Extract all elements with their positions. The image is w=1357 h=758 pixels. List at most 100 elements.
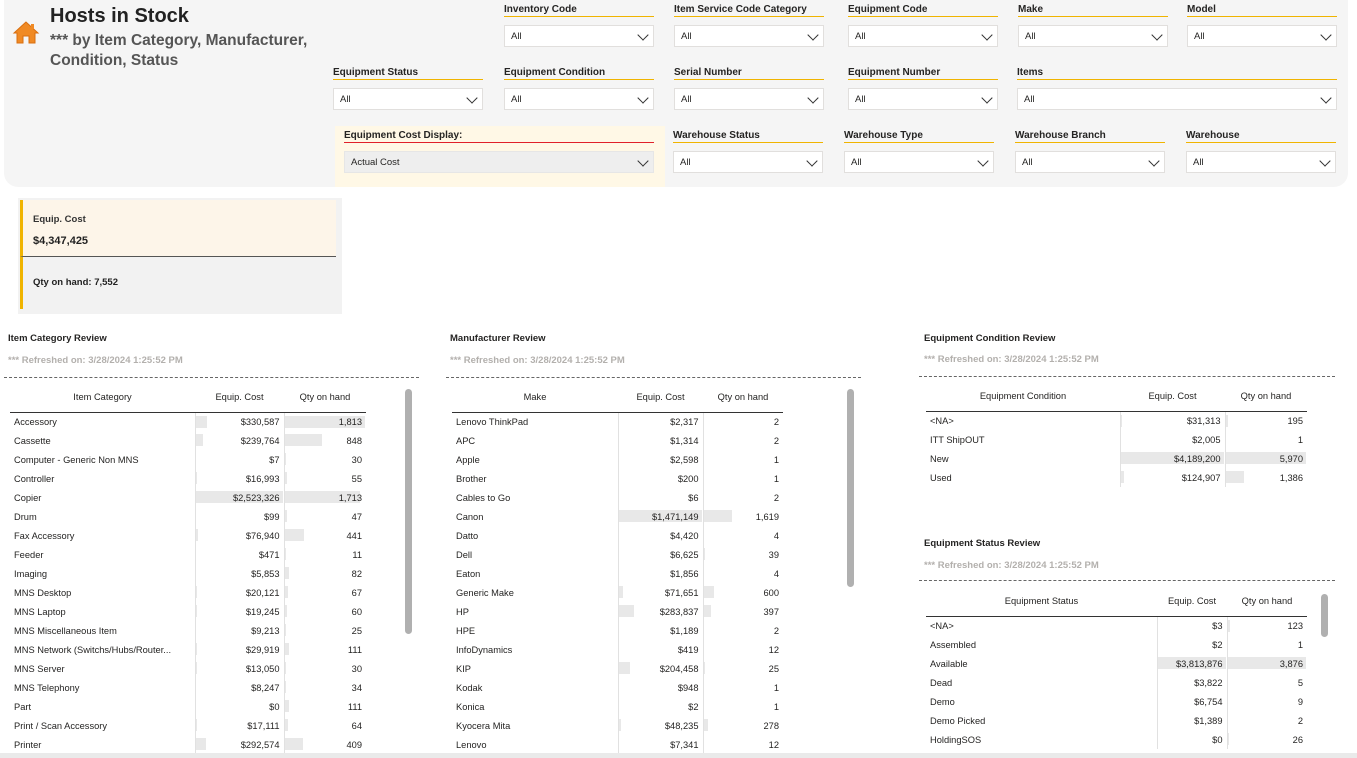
table-row[interactable]: Canon $1,471,149 1,619 (452, 507, 783, 526)
status-table[interactable]: Equipment Status Equip. Cost Qty on hand <N… (926, 586, 1307, 749)
table-row[interactable]: Demo $6,754 9 (926, 692, 1307, 711)
home-icon[interactable] (12, 20, 40, 44)
equipment-status-dropdown[interactable]: All (333, 88, 483, 110)
table-row[interactable]: Imaging $5,853 82 (10, 564, 366, 583)
cost-bar (196, 662, 197, 674)
table-row[interactable]: Apple $2,598 1 (452, 450, 783, 469)
table-row[interactable]: Kodak $948 1 (452, 678, 783, 697)
equip-cost-cell: $283,837 (617, 602, 703, 621)
column-header[interactable]: Equip. Cost (1157, 586, 1227, 617)
warehouse-branch-dropdown[interactable]: All (1015, 151, 1165, 173)
chevron-down-icon (1320, 29, 1332, 41)
table-row[interactable]: Copier $2,523,326 1,713 (10, 488, 366, 507)
warehouse-type-dropdown[interactable]: All (844, 151, 994, 173)
manufacturer-table[interactable]: Make Equip. Cost Qty on hand Lenovo ThinkPa… (452, 382, 783, 754)
column-header[interactable]: Equip. Cost (618, 382, 703, 413)
equip-cost-cell: $204,458 (617, 659, 703, 678)
table-row[interactable]: ITT ShipOUT $2,005 1 (926, 430, 1307, 449)
qty-bar (285, 605, 287, 617)
warehouse-dropdown[interactable]: All (1186, 151, 1336, 173)
table-row[interactable]: HP $283,837 397 (452, 602, 783, 621)
table-row[interactable]: New $4,189,200 5,970 (926, 449, 1307, 468)
table-row[interactable]: Generic Make $71,651 600 (452, 583, 783, 602)
model-dropdown[interactable]: All (1187, 25, 1337, 47)
table-row[interactable]: MNS Server $13,050 30 (10, 659, 366, 678)
item-service-code-category-dropdown[interactable]: All (674, 25, 824, 47)
table-row[interactable]: Accessory $330,587 1,813 (10, 412, 366, 431)
qty-cell: 278 (702, 716, 783, 735)
table-row[interactable]: Demo Picked $1,389 2 (926, 711, 1307, 730)
table-row[interactable]: Feeder $471 11 (10, 545, 366, 564)
equipment-condition-dropdown[interactable]: All (504, 88, 654, 110)
equip-cost-cell: $4,189,200 (1119, 449, 1225, 468)
table-row[interactable]: KIP $204,458 25 (452, 659, 783, 678)
qty-bar (704, 548, 705, 560)
inventory-code-dropdown[interactable]: All (504, 25, 654, 47)
table-row[interactable]: <NA> $31,313 195 (926, 411, 1307, 430)
equip-cost-cell: $948 (617, 678, 703, 697)
column-header[interactable]: Qty on hand (284, 382, 366, 413)
table-row[interactable]: Printer $292,574 409 (10, 735, 366, 754)
table-row[interactable]: InfoDynamics $419 12 (452, 640, 783, 659)
table-row[interactable]: Brother $200 1 (452, 469, 783, 488)
table-row[interactable]: Konica $2 1 (452, 697, 783, 716)
column-header[interactable]: Qty on hand (1227, 586, 1307, 617)
table-row[interactable]: Print / Scan Accessory $17,111 64 (10, 716, 366, 735)
qty-cell: 12 (702, 640, 783, 659)
table-row[interactable]: Controller $16,993 55 (10, 469, 366, 488)
equip-cost-cell: $71,651 (617, 583, 703, 602)
equipment-number-dropdown[interactable]: All (848, 88, 998, 110)
table-row[interactable]: Assembled $2 1 (926, 635, 1307, 654)
items-dropdown[interactable]: All (1017, 88, 1337, 110)
table-row[interactable]: Fax Accessory $76,940 441 (10, 526, 366, 545)
table-row[interactable]: Lenovo $7,341 12 (452, 735, 783, 754)
table-row[interactable]: Available $3,813,876 3,876 (926, 654, 1307, 673)
table-row[interactable]: Part $0 111 (10, 697, 366, 716)
scrollbar[interactable] (1321, 594, 1328, 637)
table-row[interactable]: Eaton $1,856 4 (452, 564, 783, 583)
chevron-down-icon (807, 29, 819, 41)
equipment-code-dropdown[interactable]: All (848, 25, 998, 47)
table-row[interactable]: MNS Telephony $8,247 34 (10, 678, 366, 697)
column-header[interactable]: Make (452, 382, 618, 413)
qty-cell: 2 (702, 431, 783, 450)
table-row[interactable]: Dell $6,625 39 (452, 545, 783, 564)
table-row[interactable]: MNS Network (Switchs/Hubs/Router... $29,9… (10, 640, 366, 659)
scrollbar[interactable] (847, 389, 854, 587)
serial-number-dropdown[interactable]: All (674, 88, 824, 110)
scrollbar[interactable] (405, 389, 412, 634)
warehouse-status-dropdown[interactable]: All (673, 151, 823, 173)
equip-cost-cell: $1,189 (617, 621, 703, 640)
column-header[interactable]: Equip. Cost (1120, 381, 1225, 412)
table-row[interactable]: Dead $3,822 5 (926, 673, 1307, 692)
table-row[interactable]: MNS Desktop $20,121 67 (10, 583, 366, 602)
table-row[interactable]: Cassette $239,764 848 (10, 431, 366, 450)
table-row[interactable]: Used $124,907 1,386 (926, 468, 1307, 487)
table-row[interactable]: Drum $99 47 (10, 507, 366, 526)
column-header[interactable]: Equipment Condition (926, 381, 1120, 412)
column-header[interactable]: Equipment Status (926, 586, 1157, 617)
column-header[interactable]: Qty on hand (703, 382, 783, 413)
chevron-down-icon (981, 92, 993, 104)
table-row[interactable]: HPE $1,189 2 (452, 621, 783, 640)
column-header[interactable]: Item Category (10, 382, 195, 413)
column-header[interactable]: Qty on hand (1225, 381, 1307, 412)
make-dropdown[interactable]: All (1018, 25, 1168, 47)
table-row[interactable]: HoldingSOS $0 26 (926, 730, 1307, 749)
table-row[interactable]: MNS Laptop $19,245 60 (10, 602, 366, 621)
table-row[interactable]: MNS Miscellaneous Item $9,213 25 (10, 621, 366, 640)
table-row[interactable]: APC $1,314 2 (452, 431, 783, 450)
chevron-down-icon (1151, 29, 1163, 41)
condition-table[interactable]: Equipment Condition Equip. Cost Qty on han… (926, 381, 1307, 487)
table-row[interactable]: Datto $4,420 4 (452, 526, 783, 545)
qty-cell: 2 (702, 621, 783, 640)
table-row[interactable]: Cables to Go $6 2 (452, 488, 783, 507)
equip-cost-cell: $1,856 (617, 564, 703, 583)
table-row[interactable]: Kyocera Mita $48,235 278 (452, 716, 783, 735)
table-row[interactable]: <NA> $3 123 (926, 616, 1307, 635)
table-row[interactable]: Lenovo ThinkPad $2,317 2 (452, 412, 783, 431)
table-row[interactable]: Computer - Generic Non MNS $7 30 (10, 450, 366, 469)
item-category-table[interactable]: Item Category Equip. Cost Qty on hand Acces… (10, 382, 366, 754)
column-header[interactable]: Equip. Cost (195, 382, 284, 413)
equipment-cost-display-dropdown[interactable]: Actual Cost (344, 151, 654, 173)
